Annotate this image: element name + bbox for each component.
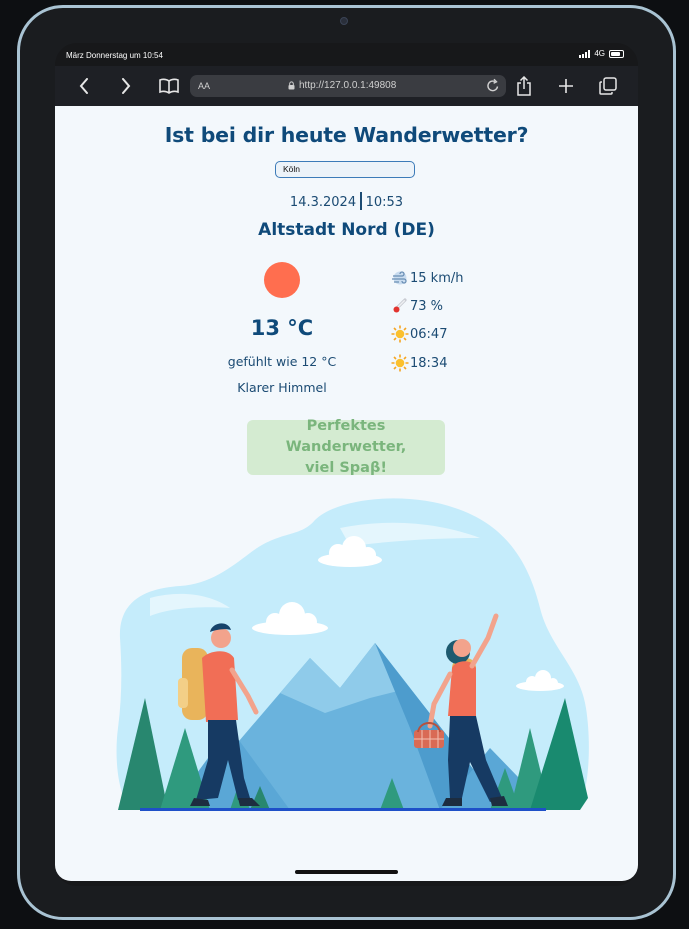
time-value: 10:53	[365, 195, 404, 210]
weather-description: Klarer Himmel	[237, 380, 327, 395]
verdict-line-1: Perfektes Wanderwetter,	[285, 418, 407, 455]
status-time: März Donnerstag um 10:54	[66, 51, 163, 60]
humidity-stat: 73 %	[391, 297, 443, 315]
camera	[340, 17, 348, 25]
chevron-right-icon[interactable]	[114, 74, 138, 98]
status-bar: März Donnerstag um 10:54 4G	[55, 46, 638, 66]
url-text: http://127.0.0.1:49808	[299, 80, 397, 91]
hiking-illustration	[116, 498, 589, 811]
chevron-left-icon[interactable]	[72, 74, 96, 98]
date-time: 14.3.2024 10:53	[55, 192, 638, 210]
signal-icon	[579, 49, 591, 58]
sunset-stat: 18:34	[391, 354, 447, 372]
sunset-icon	[391, 354, 409, 372]
sunset-value: 18:34	[410, 355, 448, 371]
home-indicator	[295, 870, 398, 874]
battery-icon	[609, 49, 624, 58]
thermometer-icon	[391, 297, 409, 315]
wind-icon	[391, 269, 409, 287]
tabs-icon[interactable]	[596, 74, 620, 98]
address-bar[interactable]: AA http://127.0.0.1:49808	[190, 75, 506, 97]
reload-icon[interactable]	[486, 78, 500, 96]
verdict-line-2: viel Spaβ!	[305, 460, 387, 476]
url-display: http://127.0.0.1:49808	[288, 80, 396, 91]
temperature: 13 °C	[250, 316, 314, 340]
lock-icon	[288, 81, 295, 90]
browser-toolbar: AA http://127.0.0.1:49808	[55, 66, 638, 106]
book-icon[interactable]	[157, 74, 181, 98]
sunrise-stat: 06:47	[391, 325, 447, 343]
hiking-verdict-badge: Perfektes Wanderwetter, viel Spaβ!	[247, 418, 445, 476]
feels-like: gefühlt wie 12 °C	[227, 354, 337, 369]
plus-icon[interactable]	[554, 74, 578, 98]
network-type: 4G	[594, 49, 605, 58]
wind-stat: 15 km/h	[391, 269, 464, 287]
page-title: Ist bei dir heute Wanderwetter?	[164, 123, 529, 147]
web-page: Ist bei dir heute Wanderwetter? Köln 14.…	[55, 106, 638, 881]
date-time-separator	[360, 192, 362, 210]
wind-value: 15 km/h	[410, 270, 464, 286]
sun-weather-icon	[264, 262, 300, 298]
sunrise-value: 06:47	[410, 326, 448, 342]
humidity-value: 73 %	[410, 298, 444, 314]
text-size-button[interactable]: AA	[198, 81, 210, 91]
date-value: 14.3.2024	[289, 195, 357, 210]
status-right: 4G	[579, 49, 624, 58]
location-name: Altstadt Nord (DE)	[258, 220, 435, 240]
share-icon[interactable]	[512, 74, 536, 98]
city-input[interactable]: Köln	[275, 161, 415, 178]
sunrise-icon	[391, 325, 409, 343]
